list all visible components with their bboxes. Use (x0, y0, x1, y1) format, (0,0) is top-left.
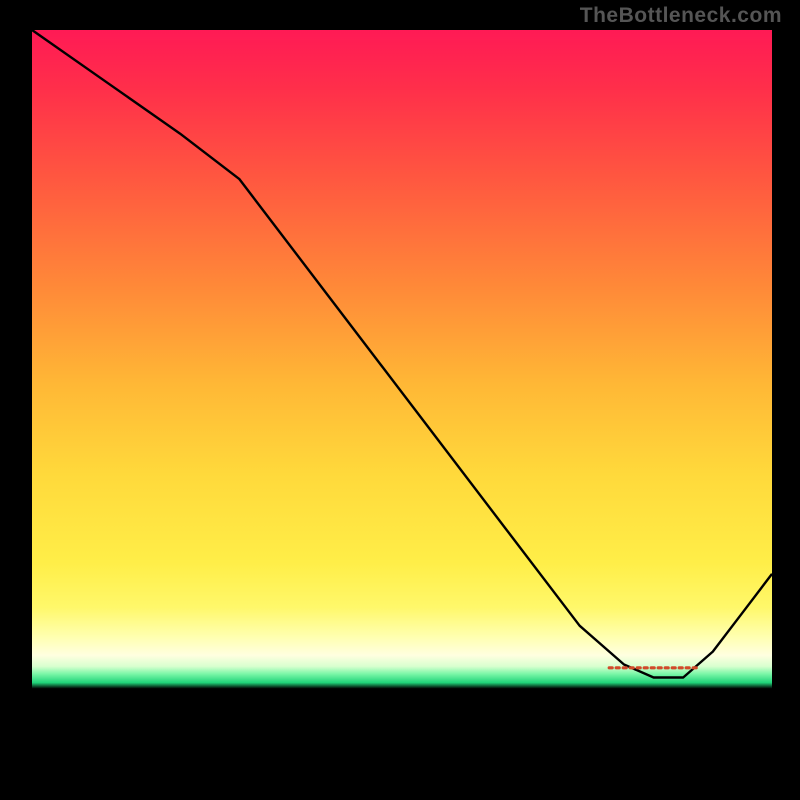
watermark-text: TheBottleneck.com (580, 4, 782, 28)
chart-svg (32, 30, 772, 770)
chart-stage: TheBottleneck.com (0, 0, 800, 800)
bottleneck-curve-line (32, 30, 772, 678)
plot-area-frame (32, 30, 772, 770)
